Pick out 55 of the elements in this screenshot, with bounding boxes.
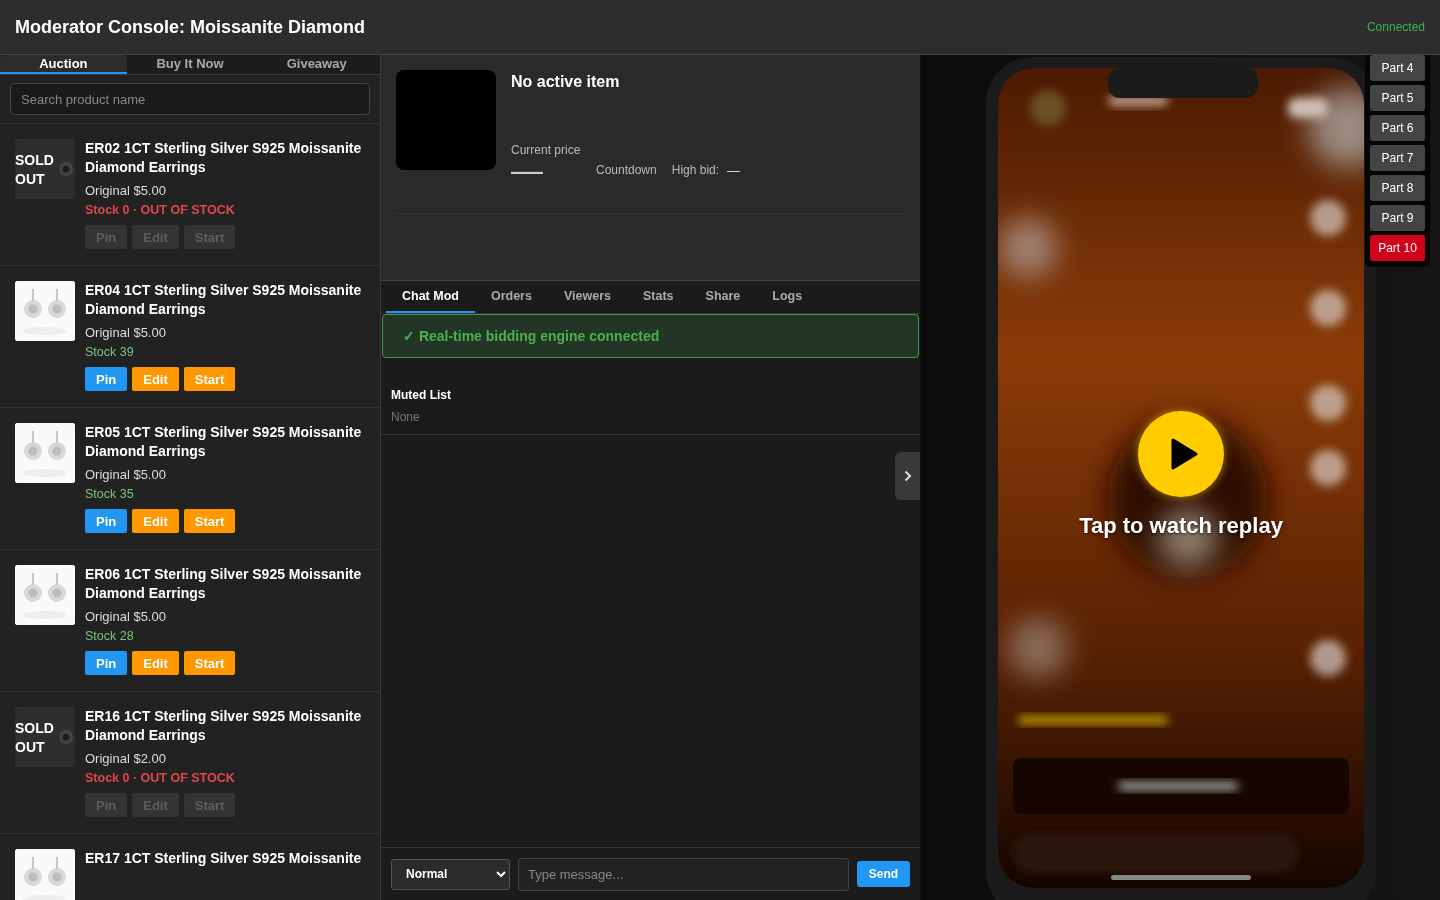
high-bid-label: High bid: [671, 163, 720, 177]
pin-button[interactable]: Pin [85, 509, 128, 533]
product-title: ER17 1CT Sterling Silver S925 Moissanite [85, 849, 362, 868]
product-tab[interactable]: Giveaway [253, 55, 380, 74]
part-button[interactable]: Part 10 [1370, 235, 1425, 261]
part-button[interactable]: Part 9 [1370, 205, 1425, 231]
pin-button[interactable]: Pin [85, 367, 128, 391]
product-title: ER06 1CT Sterling Silver S925 Moissanite Diamond Earrings [85, 565, 363, 603]
stock-status: Stock 28 [85, 629, 135, 643]
muted-list-title: Muted List [391, 388, 452, 402]
product-title: ER04 1CT Sterling Silver S925 Moissanite Diamond Earrings [85, 281, 363, 319]
stock-status: Stock 0 · OUT OF STOCK [85, 771, 236, 785]
high-bid-value: — [727, 162, 741, 178]
product-title: ER16 1CT Sterling Silver S925 Moissanite Diamond Earrings [85, 707, 363, 745]
original-price: Original $5.00 [85, 325, 167, 340]
panel-tab[interactable]: Viewers [547, 281, 627, 313]
send-button[interactable]: Send [857, 861, 910, 887]
active-item-title: No active item [511, 73, 621, 91]
product-tab[interactable]: Buy It Now [126, 55, 254, 74]
original-price: Original $5.00 [85, 183, 167, 198]
original-price: Original $5.00 [85, 467, 167, 482]
price-label: Current price [511, 143, 582, 157]
expand-handle[interactable] [895, 452, 920, 500]
search-field[interactable]: Search product name [10, 83, 370, 115]
muted-list-value: None [391, 410, 421, 424]
pin-button[interactable]: Pin [85, 651, 128, 675]
console-title: Moderator Console: Moissanite Diamond [15, 16, 366, 38]
original-price: Original $5.00 [85, 609, 167, 624]
current-price: — [511, 157, 543, 183]
stock-status: Stock 0 · OUT OF STOCK [85, 203, 236, 217]
message-input[interactable]: Type message... [518, 857, 849, 891]
panel-tab[interactable]: Share [689, 281, 757, 313]
part-button[interactable]: Part 4 [1370, 55, 1425, 81]
product-title: ER02 1CT Sterling Silver S925 Moissanite Diamond Earrings [85, 139, 363, 177]
message-mode-select[interactable]: Normal [391, 858, 510, 890]
part-button[interactable]: Part 7 [1370, 145, 1425, 171]
connection-status: Connected [1366, 20, 1425, 34]
part-button[interactable]: Part 5 [1370, 85, 1425, 111]
play-icon [1170, 438, 1198, 470]
part-button[interactable]: Part 6 [1370, 115, 1425, 141]
stock-status: Stock 39 [85, 345, 135, 359]
chevron-right-icon [903, 470, 912, 482]
sold-out-label: SOLD OUT [15, 151, 55, 189]
product-title: ER05 1CT Sterling Silver S925 Moissanite Diamond Earrings [85, 423, 363, 461]
stock-status: Stock 35 [85, 487, 135, 501]
countdown-label: Countdown [596, 163, 657, 177]
panel-tab[interactable]: Logs [756, 281, 819, 313]
panel-tab[interactable]: Orders [474, 281, 548, 313]
replay-caption: Tap to watch replay [1079, 513, 1283, 539]
product-tab[interactable]: Auction [0, 55, 127, 74]
sold-out-label: SOLD OUT [15, 719, 55, 757]
engine-status-banner: ✓ Real-time bidding engine connected [382, 314, 919, 358]
part-button[interactable]: Part 8 [1370, 175, 1425, 201]
original-price: Original $2.00 [85, 751, 167, 766]
panel-tab[interactable]: Stats [626, 281, 690, 313]
